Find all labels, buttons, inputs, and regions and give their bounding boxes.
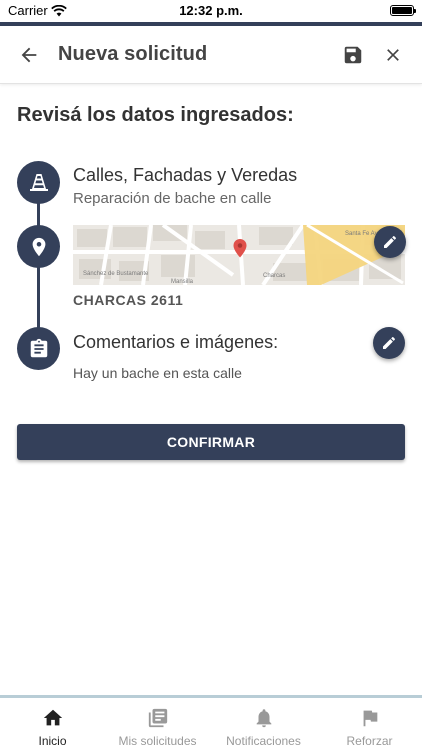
- tab-label: Notificaciones: [226, 734, 301, 748]
- tab-inicio[interactable]: Inicio: [0, 698, 105, 750]
- comments-step-badge: [17, 327, 60, 370]
- arrow-back-icon: [21, 47, 37, 63]
- location-map[interactable]: Santa Fe Av Charcas Mansilla Sánchez de …: [73, 225, 405, 285]
- bell-icon: [253, 707, 275, 729]
- location-pin-icon: [32, 237, 45, 256]
- edit-location-button[interactable]: [374, 226, 406, 258]
- confirm-button[interactable]: CONFIRMAR: [17, 424, 405, 460]
- clock: 12:32 p.m.: [179, 3, 243, 18]
- comments-title: Comentarios e imágenes:: [73, 332, 279, 352]
- category-title: Calles, Fachadas y Veredas: [73, 165, 298, 185]
- close-button[interactable]: [378, 40, 408, 70]
- app-bar: Nueva solicitud: [0, 26, 422, 84]
- location-address: CHARCAS 2611: [73, 292, 184, 308]
- close-icon: [387, 49, 399, 61]
- save-icon: [344, 46, 362, 64]
- flag-icon: [359, 707, 381, 729]
- map-street-label: Charcas: [263, 273, 285, 279]
- tab-mis-solicitudes[interactable]: Mis solicitudes: [105, 698, 210, 750]
- tab-label: Mis solicitudes: [118, 734, 197, 748]
- category-step-badge: [17, 161, 60, 204]
- review-heading: Revisá los datos ingresados:: [17, 104, 294, 126]
- map-tiles: Santa Fe Av Charcas Mansilla Sánchez de …: [73, 225, 405, 285]
- edit-comments-button[interactable]: [373, 327, 405, 359]
- bottom-tab-bar: Inicio Mis solicitudes Notificaciones Re…: [0, 695, 422, 750]
- home-icon: [42, 707, 64, 729]
- comments-text: Hay un bache en esta calle: [73, 365, 242, 381]
- tab-notificaciones[interactable]: Notificaciones: [211, 698, 316, 750]
- map-street-label: Mansilla: [171, 279, 194, 285]
- category-subtitle: Reparación de bache en calle: [73, 190, 272, 207]
- battery-icon: [390, 5, 416, 16]
- list-icon: [147, 707, 169, 729]
- pencil-icon: [384, 236, 396, 248]
- map-street-label: Sánchez de Bustamante: [83, 271, 149, 277]
- location-step-badge: [17, 225, 60, 268]
- clipboard-icon: [30, 338, 47, 357]
- tab-label: Inicio: [38, 734, 67, 748]
- back-button[interactable]: [14, 40, 44, 70]
- tab-label: Reforzar: [346, 734, 393, 748]
- status-bar: Carrier 12:32 p.m.: [0, 0, 422, 22]
- pencil-icon: [383, 337, 395, 349]
- traffic-cone-icon: [29, 173, 48, 191]
- map-street-label: Santa Fe Av: [345, 231, 378, 237]
- page-title: Nueva solicitud: [58, 43, 208, 65]
- tab-reforzar[interactable]: Reforzar: [317, 698, 422, 750]
- save-draft-button[interactable]: [338, 40, 368, 70]
